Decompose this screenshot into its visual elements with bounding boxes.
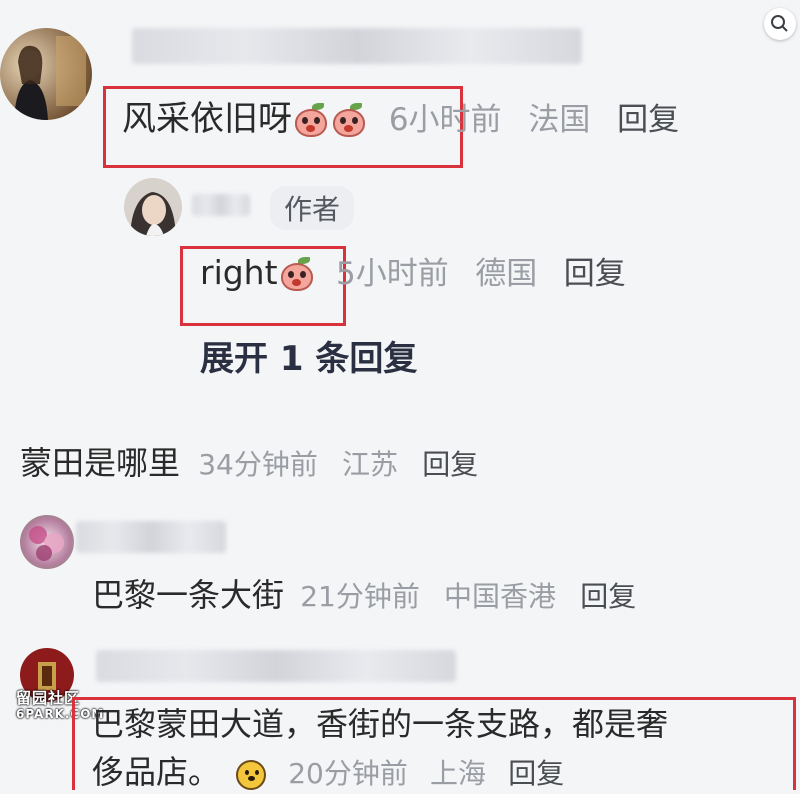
- comment-location: 上海: [430, 757, 487, 790]
- peach-emoji-icon: [278, 256, 316, 293]
- comment-text-line: 巴黎蒙田大道，香街的一条支路，都是奢: [92, 705, 669, 743]
- image-search-icon[interactable]: [764, 8, 796, 40]
- author-badge: 作者: [270, 186, 355, 230]
- reply-button[interactable]: 回复: [580, 580, 636, 613]
- comment-text: 侈品店。: [92, 753, 221, 791]
- comment-text: 巴黎一条大街: [92, 576, 285, 614]
- peach-emoji-icon: [292, 102, 330, 139]
- comment-time: 21分钟前: [300, 580, 420, 613]
- peach-emoji-icon: [330, 102, 368, 139]
- avatar[interactable]: [20, 515, 74, 569]
- avatar[interactable]: [124, 178, 182, 236]
- comment-location: 江苏: [342, 448, 399, 481]
- comment-row: 风采依旧呀 6小时前 法国 回复: [122, 96, 679, 143]
- username-blurred: [96, 650, 456, 682]
- reply-button[interactable]: 回复: [508, 757, 564, 790]
- avatar[interactable]: [0, 28, 92, 120]
- reply-button[interactable]: 回复: [564, 256, 626, 292]
- reply-button[interactable]: 回复: [617, 102, 679, 138]
- expand-replies-link[interactable]: 展开 1 条回复: [200, 336, 417, 382]
- comment-location: 中国香港: [444, 580, 557, 613]
- comment-time: 5小时前: [336, 256, 449, 292]
- comment-time: 34分钟前: [198, 448, 318, 481]
- comment-text: right: [200, 253, 278, 292]
- comment-row: 侈品店。 20分钟前 上海 回复: [92, 752, 564, 794]
- comment-text: 蒙田是哪里: [20, 444, 181, 482]
- comment-time: 20分钟前: [288, 757, 408, 790]
- comment-row: 蒙田是哪里 34分钟前 江苏 回复: [20, 440, 478, 488]
- username-blurred: [132, 28, 582, 64]
- comment-text: 风采依旧呀: [122, 99, 292, 139]
- comment-row: right 5小时前 德国 回复: [200, 250, 626, 297]
- comment-time: 6小时前: [388, 102, 502, 138]
- comment-location: 德国: [475, 256, 538, 292]
- reply-button[interactable]: 回复: [422, 448, 478, 481]
- comment-location: 法国: [528, 102, 591, 138]
- dog-emoji-icon: [234, 757, 268, 791]
- comment-row: 巴黎一条大街 21分钟前 中国香港 回复: [92, 572, 636, 620]
- username-blurred: [76, 521, 226, 553]
- username-blurred: [192, 194, 250, 216]
